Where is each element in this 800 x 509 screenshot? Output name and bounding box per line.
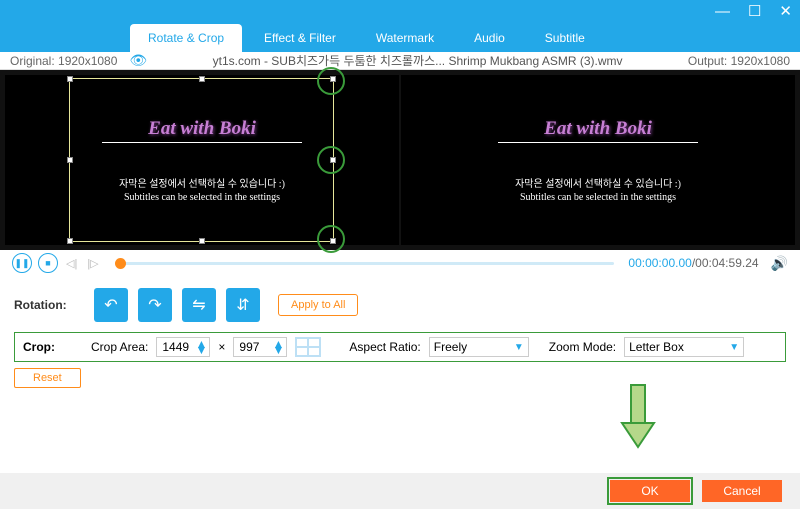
spinner-icon[interactable]: ▲▼ (195, 341, 207, 353)
volume-icon[interactable]: 🔊 (771, 255, 788, 272)
stop-button[interactable]: ■ (38, 253, 58, 273)
info-bar: Original: 1920x1080 👁 yt1s.com - SUB치즈가득… (0, 52, 800, 70)
maximize-button[interactable]: ☐ (748, 2, 761, 20)
close-button[interactable]: ✕ (779, 2, 792, 20)
prev-frame-button[interactable]: ◁| (64, 257, 79, 270)
crop-grid-button[interactable] (295, 337, 321, 357)
tab-bar: Rotate & Crop Effect & Filter Watermark … (0, 22, 800, 52)
flip-horizontal-button[interactable]: ⇋ (182, 288, 216, 322)
eye-icon[interactable]: 👁 (129, 52, 147, 69)
filename-label: yt1s.com - SUB치즈가득 두툼한 치즈롤까스... Shrimp M… (147, 52, 688, 69)
preview-area: Eat with Boki 자막은 설정에서 선택하실 수 있습니다 :) Su… (0, 70, 800, 250)
footer-bar: OK Cancel (0, 473, 800, 509)
annotation-arrow-icon (616, 383, 660, 453)
original-size-label: Original: 1920x1080 (10, 54, 117, 68)
seek-thumb[interactable] (115, 258, 126, 269)
preview-output: Eat with Boki 자막은 설정에서 선택하실 수 있습니다 :) Su… (401, 75, 795, 245)
crop-controls: Crop: Crop Area: 1449▲▼ × 997▲▼ Aspect R… (14, 332, 786, 362)
flip-vertical-button[interactable]: ⇵ (226, 288, 260, 322)
annotation-circle (317, 67, 345, 95)
rotate-right-button[interactable]: ↷ (138, 288, 172, 322)
video-subtitle-1: 자막은 설정에서 선택하실 수 있습니다 :) (515, 175, 681, 190)
crop-handle[interactable] (67, 157, 73, 163)
cancel-button[interactable]: Cancel (702, 480, 782, 502)
zoom-mode-label: Zoom Mode: (549, 340, 616, 354)
tab-subtitle[interactable]: Subtitle (527, 24, 603, 52)
playback-bar: ❚❚ ■ ◁| |▷ 00:00:00.00/00:04:59.24 🔊 (0, 250, 800, 276)
title-underline (498, 142, 698, 143)
apply-to-all-button[interactable]: Apply to All (278, 294, 358, 316)
crop-width-input[interactable]: 1449▲▼ (156, 337, 210, 357)
minimize-button[interactable]: — (715, 3, 730, 20)
tab-effect-filter[interactable]: Effect & Filter (246, 24, 354, 52)
ok-button[interactable]: OK (610, 480, 690, 502)
rotation-label: Rotation: (14, 298, 94, 312)
crop-area-label: Crop Area: (91, 340, 148, 354)
next-frame-button[interactable]: |▷ (85, 257, 100, 270)
preview-source[interactable]: Eat with Boki 자막은 설정에서 선택하실 수 있습니다 :) Su… (5, 75, 399, 245)
window-titlebar: — ☐ ✕ (0, 0, 800, 22)
crop-handle[interactable] (67, 238, 73, 244)
output-size-label: Output: 1920x1080 (688, 54, 790, 68)
crop-handle[interactable] (199, 76, 205, 82)
crop-selection[interactable] (69, 78, 334, 242)
video-subtitle-2: Subtitles can be selected in the setting… (520, 192, 676, 203)
reset-button[interactable]: Reset (14, 368, 81, 388)
chevron-down-icon: ▼ (729, 342, 739, 353)
tab-watermark[interactable]: Watermark (358, 24, 452, 52)
multiply-label: × (218, 340, 225, 354)
aspect-ratio-label: Aspect Ratio: (349, 340, 420, 354)
annotation-circle (317, 225, 345, 253)
video-title-overlay: Eat with Boki (544, 118, 652, 140)
pause-button[interactable]: ❚❚ (12, 253, 32, 273)
tab-rotate-crop[interactable]: Rotate & Crop (130, 24, 242, 52)
crop-handle[interactable] (199, 238, 205, 244)
seek-slider[interactable] (115, 262, 615, 265)
chevron-down-icon: ▼ (514, 342, 524, 353)
time-display: 00:00:00.00/00:04:59.24 (628, 256, 758, 270)
annotation-circle (317, 146, 345, 174)
spinner-icon[interactable]: ▲▼ (273, 341, 285, 353)
aspect-ratio-select[interactable]: Freely▼ (429, 337, 529, 357)
crop-label: Crop: (23, 340, 83, 354)
rotate-left-button[interactable]: ↶ (94, 288, 128, 322)
current-time: 00:00:00.00 (628, 256, 691, 270)
total-time: 00:04:59.24 (695, 256, 758, 270)
crop-height-input[interactable]: 997▲▼ (233, 337, 287, 357)
crop-handle[interactable] (67, 76, 73, 82)
tab-audio[interactable]: Audio (456, 24, 523, 52)
zoom-mode-select[interactable]: Letter Box▼ (624, 337, 744, 357)
controls-panel: Rotation: ↶ ↷ ⇋ ⇵ Apply to All Crop: Cro… (0, 276, 800, 400)
